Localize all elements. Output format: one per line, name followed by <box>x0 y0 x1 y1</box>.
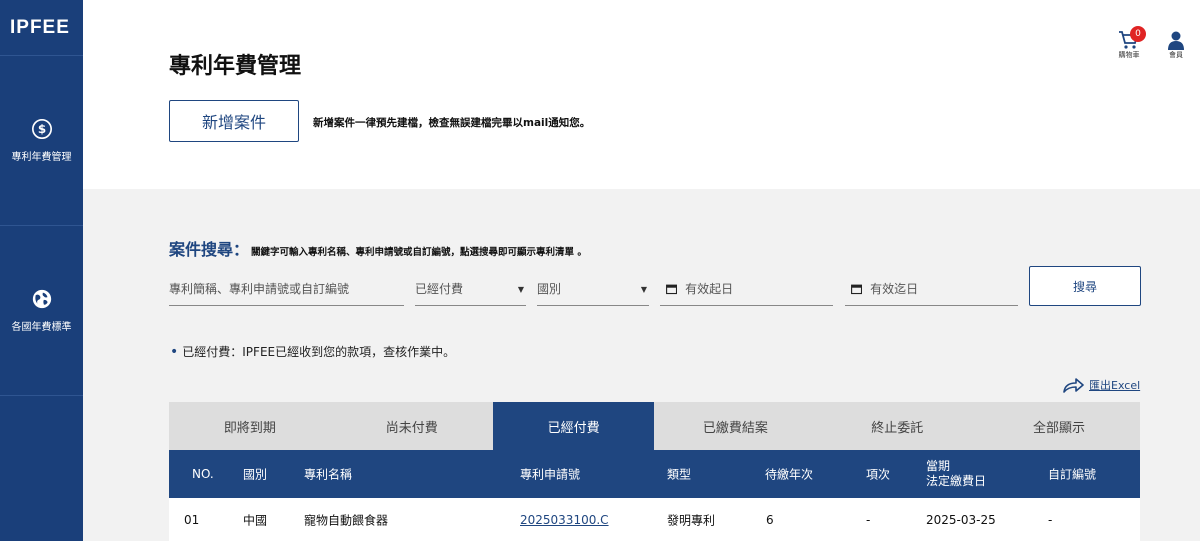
status-tabs: 即將到期 尚未付費 已經付費 已繳費結案 終止委託 全部顯示 <box>169 402 1140 450</box>
member-label: 會員 <box>1169 51 1183 59</box>
page-header: 專利年費管理 新增案件 新增案件一律預先建檔，檢查無誤建檔完畢以mail通知您。… <box>83 0 1200 189</box>
page-title: 專利年費管理 <box>169 54 302 79</box>
cell-application-no-link[interactable]: 2025033100.C <box>520 513 609 527</box>
svg-text:$: $ <box>37 122 45 136</box>
sidebar: IPFEE $ 專利年費管理 各國年費標準 <box>0 0 83 541</box>
cell-type: 發明專利 <box>667 513 716 527</box>
country-select[interactable]: 國別 ▼ <box>537 272 649 306</box>
start-date-field[interactable] <box>660 272 833 306</box>
keyword-input[interactable] <box>169 281 404 296</box>
tab-payment-closed[interactable]: 已繳費結案 <box>654 402 816 450</box>
column-header-no: NO. <box>192 467 214 481</box>
cell-item-count: - <box>866 512 871 527</box>
export-excel-link[interactable]: 匯出Excel <box>1062 377 1140 393</box>
start-date-input[interactable] <box>685 281 833 296</box>
country-value: 國別 <box>537 282 562 296</box>
calendar-icon <box>666 284 678 294</box>
caret-down-icon: ▼ <box>517 285 524 294</box>
column-header-due-date: 當期 法定繳費日 <box>926 459 986 489</box>
user-icon <box>1168 31 1184 50</box>
export-excel-label: 匯出Excel <box>1089 379 1141 392</box>
column-header-item-count: 項次 <box>866 467 891 482</box>
column-header-due-date-line1: 當期 <box>926 459 951 473</box>
status-note: • 已經付費：IPFEE已經收到您的款項，查核作業中。 <box>170 343 455 360</box>
tab-show-all[interactable]: 全部顯示 <box>978 402 1140 450</box>
sidebar-item-label: 各國年費標準 <box>11 322 72 333</box>
status-note-text: 已經付費：IPFEE已經收到您的款項，查核作業中。 <box>182 345 456 359</box>
payment-status-value: 已經付費 <box>415 282 464 296</box>
app-logo[interactable]: IPFEE <box>0 0 83 56</box>
sidebar-item-country-fee-standard[interactable]: 各國年費標準 <box>0 226 83 396</box>
table-row[interactable]: 01 中國 寵物自動餵食器 2025033100.C 發明專利 6 - 2025… <box>169 498 1140 541</box>
cell-pending-year: 6 <box>766 512 774 527</box>
end-date-field[interactable] <box>845 272 1018 306</box>
add-case-button[interactable]: 新增案件 <box>169 100 299 142</box>
payment-status-select[interactable]: 已經付費 ▼ <box>415 272 526 306</box>
search-title: 案件搜尋： <box>169 240 250 259</box>
cart-count-badge: 0 <box>1130 26 1146 42</box>
column-header-pending-year: 待繳年次 <box>765 467 814 482</box>
cell-country: 中國 <box>243 513 268 527</box>
bullet-icon: • <box>170 344 179 360</box>
cell-custom-id: - <box>1048 512 1053 527</box>
search-heading: 案件搜尋： 關鍵字可輸入專利名稱、專利申請號或自訂編號，點選搜尋即可顯示專利清單… <box>169 236 587 260</box>
tab-terminated[interactable]: 終止委託 <box>816 402 978 450</box>
column-header-type: 類型 <box>667 467 692 482</box>
column-header-patent-name: 專利名稱 <box>304 467 353 482</box>
table-header: NO. 國別 專利名稱 專利申請號 類型 待繳年次 項次 當期 法定繳費日 自訂編… <box>169 450 1140 498</box>
tab-paid[interactable]: 已經付費 <box>492 402 655 450</box>
member-button[interactable]: 會員 <box>1161 30 1191 60</box>
column-header-application-no: 專利申請號 <box>520 467 581 482</box>
add-case-note: 新增案件一律預先建檔，檢查無誤建檔完畢以mail通知您。 <box>313 117 591 129</box>
column-header-country: 國別 <box>243 467 268 482</box>
caret-down-icon: ▼ <box>640 285 647 294</box>
cell-due-date: 2025-03-25 <box>926 512 996 527</box>
sidebar-item-patent-fee[interactable]: $ 專利年費管理 <box>0 56 83 226</box>
tab-expiring-soon[interactable]: 即將到期 <box>169 402 331 450</box>
column-header-due-date-line2: 法定繳費日 <box>926 474 987 488</box>
dollar-circle-icon: $ <box>31 119 52 139</box>
calendar-icon <box>851 284 863 294</box>
globe-icon <box>32 289 51 309</box>
cell-no: 01 <box>184 512 200 527</box>
sidebar-item-label: 專利年費管理 <box>11 152 72 163</box>
tab-unpaid[interactable]: 尚未付費 <box>331 402 493 450</box>
cart-label: 購物車 <box>1118 51 1140 59</box>
keyword-field[interactable] <box>169 272 404 306</box>
share-arrow-icon <box>1063 378 1084 393</box>
cart-button[interactable]: 0 購物車 <box>1114 26 1146 60</box>
column-header-custom-id: 自訂編號 <box>1048 467 1097 482</box>
search-button[interactable]: 搜尋 <box>1029 266 1141 306</box>
search-description: 關鍵字可輸入專利名稱、專利申請號或自訂編號，點選搜尋即可顯示專利清單 。 <box>251 247 587 258</box>
end-date-input[interactable] <box>870 281 1018 296</box>
cell-patent-name: 寵物自動餵食器 <box>304 513 389 527</box>
